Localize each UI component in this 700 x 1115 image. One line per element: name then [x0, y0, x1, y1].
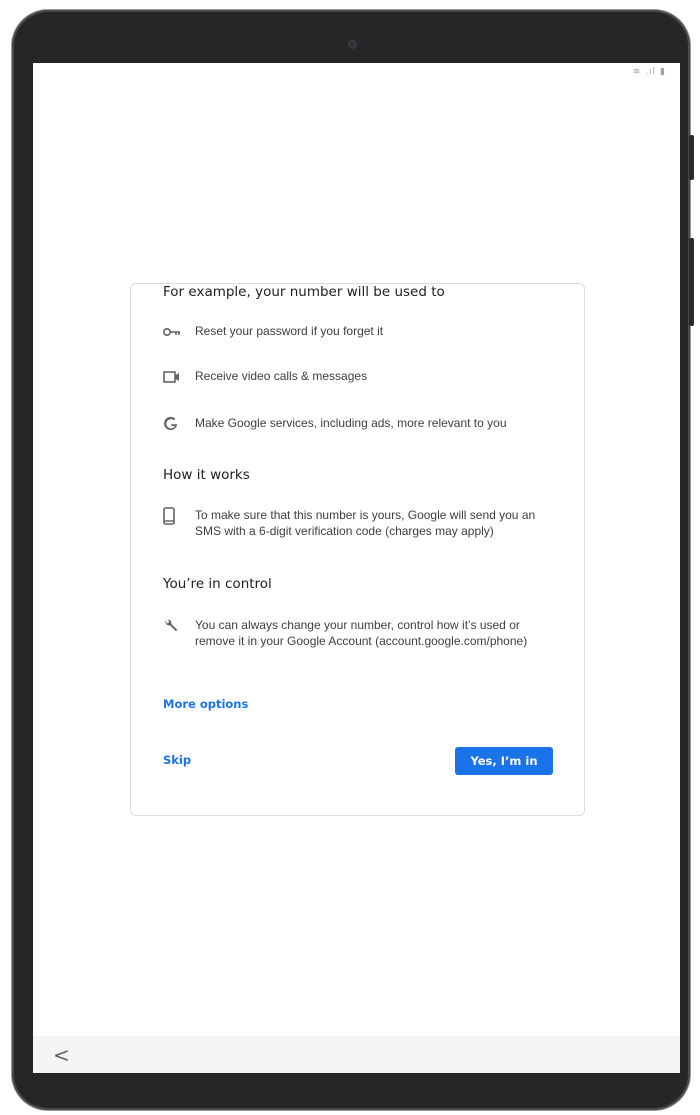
item-text: Make Google services, including ads, mor… [195, 416, 507, 430]
item-text: Reset your password if you forget it [195, 324, 384, 338]
status-icons: ≋ .ıl ▮ [633, 67, 666, 77]
item-text: Receive video calls & messages [195, 369, 368, 383]
volume-button [689, 135, 694, 180]
list-item-control: You can always change your number, contr… [163, 617, 563, 649]
navigation-bar: < [33, 1036, 680, 1073]
key-icon [163, 323, 185, 341]
list-item-video-calls: Receive video calls & messages [163, 368, 563, 386]
list-item-reset-password: Reset your password if you forget it [163, 323, 563, 341]
section-title-usage: For example, your number will be used to [163, 284, 445, 300]
item-text: To make sure that this number is yours, … [195, 508, 536, 538]
list-item-google-services: Make Google services, including ads, mor… [163, 415, 563, 433]
front-camera [348, 40, 357, 49]
status-glyphs: ≋ .ıl ▮ [632, 67, 666, 77]
info-card: For example, your number will be used to… [130, 283, 585, 816]
section-title-how-it-works: How it works [163, 467, 250, 483]
power-button [689, 238, 694, 326]
back-icon[interactable]: < [53, 1043, 70, 1067]
more-options-link[interactable]: More options [163, 697, 248, 711]
phone-icon [163, 507, 185, 525]
wrench-icon [163, 617, 185, 635]
google-icon [163, 415, 185, 433]
item-text: You can always change your number, contr… [195, 618, 528, 648]
section-title-control: You’re in control [163, 576, 272, 592]
accept-button[interactable]: Yes, I’m in [455, 747, 553, 775]
skip-button[interactable]: Skip [163, 753, 191, 767]
video-icon [163, 368, 185, 386]
screen: ≋ .ıl ▮ For example, your number will be… [33, 63, 680, 1073]
list-item-sms-verification: To make sure that this number is yours, … [163, 507, 563, 539]
